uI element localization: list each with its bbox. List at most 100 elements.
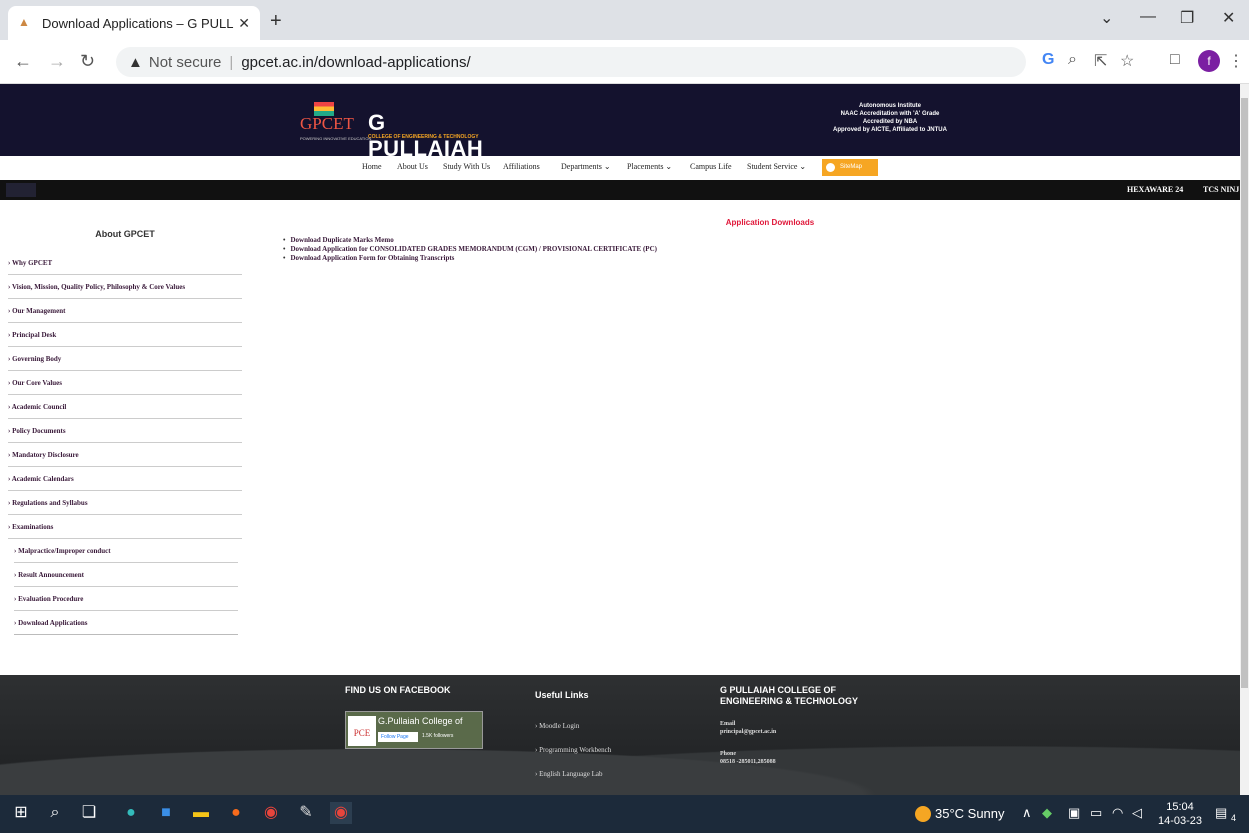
volume-icon[interactable]: ◁ [1132, 805, 1142, 821]
site-footer: FIND US ON FACEBOOK PCE G.Pullaiah Colle… [0, 675, 1240, 795]
paint-icon[interactable]: ✎ [295, 802, 317, 824]
clock-date: 14-03-23 [1158, 815, 1203, 827]
notification-icon[interactable]: ▤ [1215, 805, 1227, 821]
footer-background [0, 715, 1240, 795]
reload-icon[interactable]: ↻ [80, 51, 95, 72]
menu-placements[interactable]: Placements ⌄ [627, 162, 672, 171]
scrollbar-thumb[interactable] [1241, 98, 1248, 688]
menu-departments[interactable]: Departments ⌄ [561, 162, 611, 171]
warning-icon: ▲ [128, 53, 143, 71]
chrome-icon[interactable]: ◉ [260, 802, 282, 824]
sidebar-subitem-download-applications[interactable]: › Download Applications [14, 611, 238, 635]
sidebar-item-academic-council[interactable]: › Academic Council [8, 395, 242, 419]
clock-time: 15:04 [1166, 801, 1194, 813]
omnibox-divider: | [229, 53, 234, 71]
sidebar-subitem-malpractice[interactable]: › Malpractice/Improper conduct [14, 539, 238, 563]
restore-icon[interactable]: ❐ [1180, 8, 1194, 28]
tray-expand-icon[interactable]: ∧ [1022, 805, 1032, 821]
accred-line: Approved by AICTE, Affiliated to JNTUA [833, 127, 947, 133]
file-explorer-icon[interactable]: ▬ [190, 802, 212, 824]
download-link[interactable]: Download Duplicate Marks Memo [283, 236, 657, 245]
facebook-widget[interactable]: PCE G.Pullaiah College of Follow Page 1.… [345, 711, 483, 749]
accred-line: Accredited by NBA [862, 119, 918, 125]
minimize-icon[interactable]: — [1140, 8, 1156, 26]
menu-affiliations[interactable]: Affiliations [503, 162, 540, 171]
wifi-icon[interactable]: ◠ [1112, 805, 1123, 821]
tray-app-icon[interactable]: ◆ [1042, 805, 1052, 821]
browser-tab[interactable]: ▲ Download Applications – G PULL ✕ [8, 6, 260, 40]
logo-short: GPCET [300, 114, 354, 133]
email-value[interactable]: principal@gpcet.ac.in [720, 728, 776, 736]
tab-title: Download Applications – G PULL [42, 15, 234, 31]
system-clock[interactable]: 15:04 14-03-23 [1158, 800, 1202, 828]
bookmark-star-icon[interactable]: ☆ [1120, 51, 1134, 71]
menu-study-with-us[interactable]: Study With Us [443, 162, 490, 171]
site-favicon-icon: ▲ [18, 15, 30, 29]
footer-link-workbench[interactable]: › Programming Workbench [535, 746, 611, 754]
fb-follow-button[interactable]: Follow Page [378, 732, 418, 742]
footer-link-english-lab[interactable]: › English Language Lab [535, 770, 602, 778]
google-icon[interactable]: G [1042, 51, 1054, 69]
window-close-icon[interactable]: ✕ [1222, 8, 1235, 28]
back-icon[interactable]: ← [14, 51, 32, 72]
sidebar-subitem-result[interactable]: › Result Announcement [14, 563, 238, 587]
weather-text[interactable]: 35°C Sunny [935, 806, 1005, 821]
sidebar-item-governing-body[interactable]: › Governing Body [8, 347, 242, 371]
news-ticker: HEXAWARE 24 TCS NINJ [0, 180, 1240, 200]
footer-link-moodle[interactable]: › Moodle Login [535, 722, 579, 730]
download-link[interactable]: Download Application for CONSOLIDATED GR… [283, 245, 657, 254]
accred-line: NAAC Accreditation with 'A' Grade [840, 111, 940, 117]
sidebar-item-examinations[interactable]: › Examinations [8, 515, 242, 539]
ticker-item[interactable]: TCS NINJ [1203, 185, 1239, 194]
new-tab-button[interactable]: + [270, 10, 282, 33]
ticker-item[interactable]: HEXAWARE 24 [1127, 185, 1183, 194]
weather-sun-icon [915, 806, 931, 822]
task-view-icon[interactable]: ❏ [78, 802, 100, 824]
menu-about-us[interactable]: About Us [397, 162, 428, 171]
windows-start-icon[interactable]: ⊞ [10, 802, 32, 824]
sidebar-item-management[interactable]: › Our Management [8, 299, 242, 323]
sidebar-item-mandatory-disclosure[interactable]: › Mandatory Disclosure [8, 443, 242, 467]
sidebar-item-regulations[interactable]: › Regulations and Syllabus [8, 491, 242, 515]
share-icon[interactable]: ⇱ [1094, 51, 1107, 71]
tray-device-icon[interactable]: ▣ [1068, 805, 1080, 821]
phone-value: 08518 -285011,285088 [720, 759, 776, 765]
download-link[interactable]: Download Application Form for Obtaining … [283, 254, 657, 263]
college-footer-heading: G PULLAIAH COLLEGE OF ENGINEERING & TECH… [720, 685, 859, 706]
fb-page-name[interactable]: G.Pullaiah College of [378, 716, 463, 726]
useful-links-heading: Useful Links [535, 690, 589, 700]
sidebar-subitem-evaluation[interactable]: › Evaluation Procedure [14, 587, 238, 611]
forward-icon[interactable]: → [48, 51, 66, 72]
menu-campus-life[interactable]: Campus Life [690, 162, 732, 171]
facebook-heading: FIND US ON FACEBOOK [345, 685, 451, 695]
sidebar-item-principal[interactable]: › Principal Desk [8, 323, 242, 347]
sidebar-item-policy-documents[interactable]: › Policy Documents [8, 419, 242, 443]
menu-home[interactable]: Home [362, 162, 382, 171]
fb-page-logo: PCE [348, 716, 376, 746]
search-icon[interactable]: ⌕ [44, 802, 66, 824]
sidebar-item-core-values[interactable]: › Our Core Values [8, 371, 242, 395]
sidebar-item-academic-calendars[interactable]: › Academic Calendars [8, 467, 242, 491]
omnibox[interactable]: ▲ Not secure | gpcet.ac.in/download-appl… [116, 47, 1026, 77]
college-logo[interactable]: GPCET POWERING INNOVATIVE EDUCATION G PU… [300, 102, 500, 161]
battery-icon[interactable]: ▭ [1090, 805, 1102, 821]
ticker-label [6, 183, 36, 197]
store-icon[interactable]: ■ [155, 802, 177, 824]
sidebar-item-why-gpcet[interactable]: › Why GPCET [8, 251, 242, 275]
page-title: Application Downloads [725, 218, 815, 227]
main-menu: Home About Us Study With Us Affiliations… [0, 156, 1240, 180]
firefox-icon[interactable]: ● [225, 802, 247, 824]
windows-taskbar: ⊞ ⌕ ❏ ● ■ ▬ ● ◉ ✎ ◉ 35°C Sunny ∧ ◆ ▣ ▭ ◠… [0, 795, 1249, 833]
edge-icon[interactable]: ● [120, 802, 142, 824]
profile-avatar[interactable]: f [1198, 50, 1220, 72]
zoom-icon[interactable]: ⌕ [1068, 51, 1077, 69]
security-label: Not secure [148, 53, 222, 71]
tab-close-icon[interactable]: ✕ [238, 15, 250, 32]
notification-count: 4 [1231, 813, 1237, 823]
side-panel-icon[interactable]: □ [1170, 51, 1180, 69]
sidebar-item-vision[interactable]: › Vision, Mission, Quality Policy, Philo… [8, 275, 242, 299]
tab-search-icon[interactable]: ⌄ [1100, 8, 1113, 28]
chrome-active-icon[interactable]: ◉ [330, 802, 352, 824]
menu-dots-icon[interactable]: ⋮ [1228, 51, 1244, 71]
menu-student-service[interactable]: Student Service ⌄ [747, 162, 806, 171]
